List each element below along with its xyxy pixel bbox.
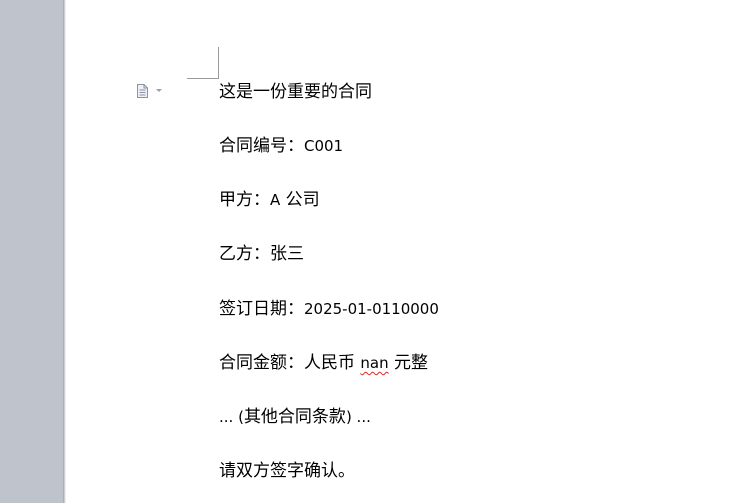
contract-amount-value[interactable]: nan [360,354,388,372]
chevron-down-icon [156,89,162,92]
paragraph-marker[interactable] [136,83,164,99]
contract-amount-line: 合同金额：人民币 nan 元整 [219,353,428,373]
contract-number-line: 合同编号：C001 [219,136,343,156]
page-shadow [63,0,66,503]
other-terms-prefix: ... ( [219,408,244,426]
workspace-background [0,0,63,503]
party-a-suffix: 公司 [285,190,320,210]
party-a-letter: A [270,191,281,209]
party-b-line: 乙方：张三 [219,244,304,264]
party-b-value: 张三 [270,244,304,264]
contract-amount-label: 合同金额：人民币 [219,353,355,373]
signing-date-label: 签订日期： [219,299,304,319]
other-terms-line: ... (其他合同条款) ... [219,407,371,427]
closing-line: 请双方签字确认。 [219,461,355,481]
party-a-line: 甲方：A 公司 [219,190,320,210]
contract-title: 这是一份重要的合同 [219,82,372,102]
margin-corner-vertical [218,47,219,79]
signing-date-line: 签订日期：2025-01-0110000 [219,299,439,319]
margin-corner-horizontal [187,78,219,79]
contract-number-label: 合同编号： [219,136,304,156]
party-b-label: 乙方： [219,244,270,264]
other-terms-suffix: ) ... [345,408,371,426]
party-a-label: 甲方： [219,190,270,210]
contract-amount-suffix: 元整 [394,353,429,373]
other-terms-text: 其他合同条款 [243,407,346,427]
contract-number-value: C001 [304,137,344,155]
signing-date-value: 2025-01-0110000 [304,300,439,318]
document-page[interactable] [63,0,741,503]
